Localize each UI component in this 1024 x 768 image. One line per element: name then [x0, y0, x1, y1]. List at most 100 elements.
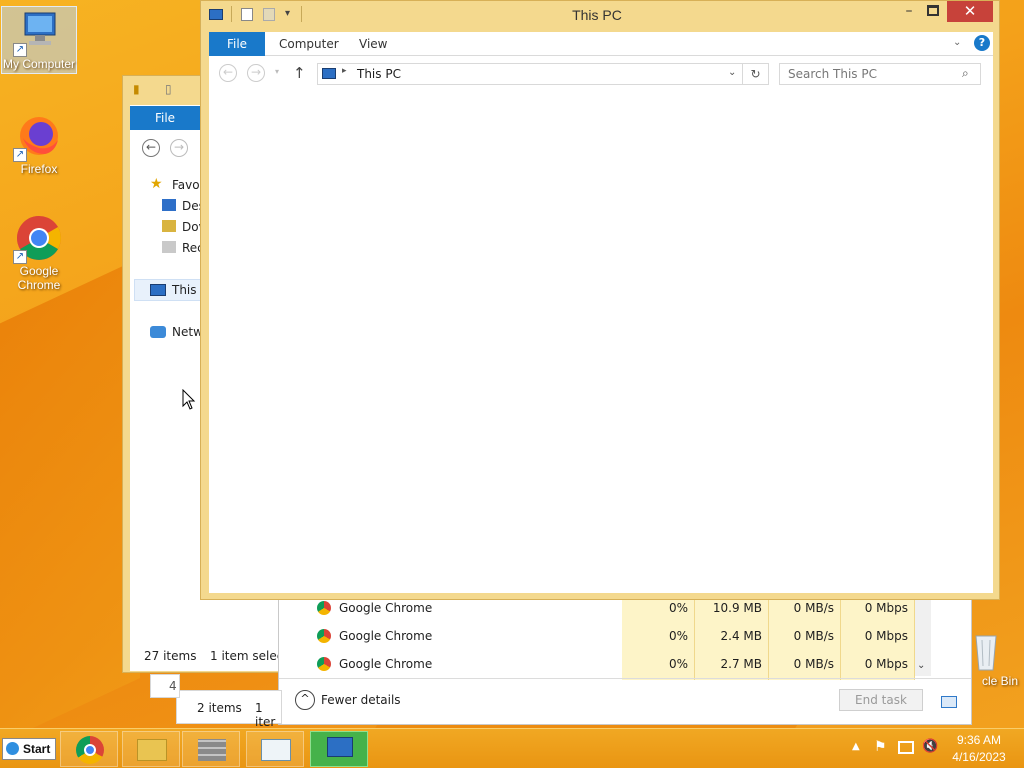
refresh-icon[interactable]: ↻ — [743, 63, 769, 85]
search-input[interactable]: Search This PC — [788, 67, 877, 81]
desktop-icon-chrome[interactable]: ↗ Google Chrome — [1, 214, 77, 292]
memory-cell: 2.4 MB — [695, 624, 769, 652]
task-manager-icon — [327, 737, 353, 757]
recycle-bin-icon — [966, 630, 1006, 672]
scroll-down-icon[interactable]: ⌄ — [917, 660, 925, 671]
chevron-up-icon[interactable]: ^ — [295, 690, 315, 710]
network-icon[interactable] — [898, 741, 914, 754]
back-arrow-icon[interactable]: ← — [219, 64, 237, 82]
firefox-icon: ↗ — [13, 112, 63, 162]
show-hidden-icons-icon[interactable]: ▲ — [852, 741, 860, 752]
action-center-flag-icon[interactable]: ⚑ — [874, 739, 887, 755]
recent-places-icon — [162, 241, 176, 253]
process-name: Google Chrome — [339, 601, 433, 615]
wallpaper-shape — [0, 258, 140, 762]
ribbon-tabs: File Computer View ⌄ ? — [209, 32, 993, 56]
cpu-cell: 0% — [622, 624, 695, 652]
network-cell: 0 Mbps — [841, 652, 915, 680]
file-view[interactable] — [209, 92, 993, 593]
disk-cell: 0 MB/s — [769, 596, 841, 624]
search-box[interactable]: Search This PC ⌕ — [779, 63, 981, 85]
network-icon — [150, 326, 166, 338]
fragment-text: 4 — [169, 679, 177, 693]
start-label: Start — [23, 742, 51, 756]
underlying-explorer-status: 2 items 1 iter — [176, 690, 282, 729]
tab-computer[interactable]: Computer — [269, 32, 349, 56]
table-row[interactable]: Google Chrome 0% 10.9 MB 0 MB/s 0 Mbps — [287, 596, 917, 624]
properties-icon: ▯ — [165, 82, 172, 96]
table-row[interactable]: Google Chrome 0% 2.4 MB 0 MB/s 0 Mbps — [287, 624, 917, 652]
desktop-icon-my-computer[interactable]: ↗ My Computer — [1, 6, 77, 74]
computer-icon — [150, 284, 166, 296]
forward-arrow-icon[interactable]: → — [170, 139, 188, 157]
brick-wall-icon — [198, 739, 226, 761]
memory-cell: 10.9 MB — [695, 596, 769, 624]
taskbar-button-firewall[interactable] — [182, 731, 240, 767]
preview-pane-icon[interactable] — [941, 696, 957, 708]
breadcrumb-this-pc[interactable]: This PC — [357, 67, 401, 81]
windows-logo-icon — [6, 742, 19, 755]
desktop-icon-label: Firefox — [20, 162, 58, 176]
expand-ribbon-icon[interactable]: ⌄ — [953, 37, 961, 48]
desktop-folder-icon — [162, 199, 176, 211]
taskbar: Start ▲ ⚑ 🔇 9:36 AM 4/16/2023 — [0, 728, 1024, 768]
chrome-icon — [317, 657, 331, 671]
shortcut-arrow-icon: ↗ — [13, 43, 27, 57]
volume-muted-icon[interactable]: 🔇 — [922, 739, 938, 754]
downloads-folder-icon — [162, 220, 176, 232]
computer-icon: ↗ — [13, 7, 63, 57]
tab-view[interactable]: View — [349, 32, 397, 56]
star-icon: ★ — [150, 176, 163, 192]
status-item-count: 2 items — [197, 701, 242, 715]
shortcut-arrow-icon: ↗ — [13, 148, 27, 162]
address-bar[interactable]: ▸ This PC ⌄ — [317, 63, 743, 85]
computer-icon — [322, 68, 336, 79]
search-icon[interactable]: ⌕ — [962, 66, 969, 81]
divider — [279, 678, 971, 679]
desktop-icon-label: My Computer — [2, 57, 76, 71]
maximize-button[interactable] — [927, 5, 939, 16]
chrome-icon — [317, 601, 331, 615]
desktop-icon-label: Google Chrome — [17, 264, 61, 292]
chrome-icon-center — [84, 744, 96, 756]
forward-arrow-icon[interactable]: → — [247, 64, 265, 82]
this-pc-window[interactable]: ▾ This PC – ✕ File Computer View ⌄ ? ← →… — [200, 0, 1000, 600]
folder-icon — [137, 739, 167, 761]
cpu-cell: 0% — [622, 652, 695, 680]
cpu-cell: 0% — [622, 596, 695, 624]
taskbar-button-file-explorer[interactable] — [122, 731, 180, 767]
taskbar-button-chrome[interactable] — [60, 731, 118, 767]
breadcrumb-chevron-icon[interactable]: ▸ — [342, 66, 347, 76]
nav-item-network[interactable]: Netw — [172, 325, 203, 339]
tab-file[interactable]: File — [130, 106, 200, 130]
address-dropdown-icon[interactable]: ⌄ — [728, 67, 736, 78]
address-row: ← → ▾ ↑ ▸ This PC ⌄ ↻ Search This PC ⌕ — [209, 56, 993, 92]
up-arrow-icon[interactable]: ↑ — [293, 64, 306, 82]
task-manager-window[interactable]: Google Chrome 0% 10.9 MB 0 MB/s 0 Mbps G… — [278, 595, 972, 725]
process-name: Google Chrome — [339, 657, 433, 671]
fewer-details-button[interactable]: Fewer details — [321, 693, 401, 707]
clock-date[interactable]: 4/16/2023 — [944, 750, 1014, 764]
status-selection: 1 iter — [255, 701, 276, 729]
network-cell: 0 Mbps — [841, 596, 915, 624]
minimize-button[interactable]: – — [901, 3, 917, 23]
close-button[interactable]: ✕ — [947, 1, 993, 22]
end-task-button[interactable]: End task — [839, 689, 923, 711]
process-name: Google Chrome — [339, 629, 433, 643]
chart-window-icon — [261, 739, 291, 761]
help-icon[interactable]: ? — [974, 35, 990, 51]
folder-icon: ▮ — [133, 82, 140, 96]
tab-file[interactable]: File — [209, 32, 265, 56]
back-arrow-icon[interactable]: ← — [142, 139, 160, 157]
window-title: This PC — [572, 7, 622, 23]
recent-locations-icon[interactable]: ▾ — [275, 67, 279, 76]
clock-time[interactable]: 9:36 AM — [944, 733, 1014, 747]
network-cell: 0 Mbps — [841, 624, 915, 652]
start-button[interactable]: Start — [2, 738, 56, 760]
taskbar-button-task-manager[interactable] — [310, 731, 368, 767]
underlying-window-fragment: 4 — [150, 674, 180, 698]
memory-cell: 2.7 MB — [695, 652, 769, 680]
desktop-icon-firefox[interactable]: ↗ Firefox — [1, 112, 77, 176]
taskbar-button-performance[interactable] — [246, 731, 304, 767]
table-row[interactable]: Google Chrome 0% 2.7 MB 0 MB/s 0 Mbps — [287, 652, 917, 680]
